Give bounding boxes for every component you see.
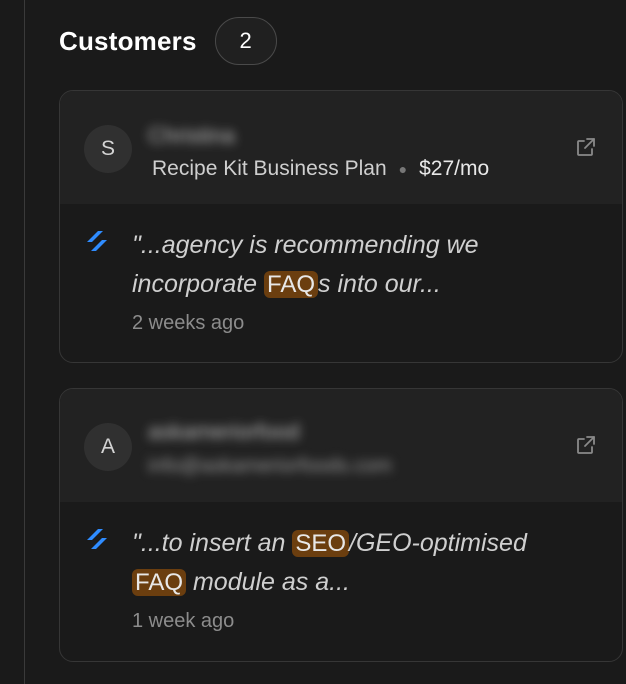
quote-text: module as a...	[186, 568, 350, 596]
external-link-icon[interactable]	[574, 433, 598, 457]
customer-name-redacted: Christina	[148, 123, 235, 148]
customers-title: Customers	[59, 25, 197, 56]
customer-plan: Recipe Kit Business Plan ● $27/mo	[152, 157, 489, 181]
plan-price: $27/mo	[419, 157, 490, 180]
customers-panel: Customers 2 S Christina Recipe Kit Busin…	[0, 0, 626, 684]
separator-dot: ●	[398, 161, 408, 177]
stripe-slash-icon	[87, 231, 107, 251]
customer-card-header: A askameriorfood info@askameriorfoods.co…	[60, 389, 622, 502]
external-link-icon[interactable]	[574, 135, 598, 159]
avatar: A	[84, 423, 132, 471]
stripe-slash-icon	[87, 529, 107, 549]
customer-card[interactable]: A askameriorfood info@askameriorfoods.co…	[59, 388, 623, 662]
plan-name: Recipe Kit Business Plan	[152, 157, 387, 180]
customer-email-redacted: info@askameriorfoods.com	[148, 455, 392, 477]
mention-time: 2 weeks ago	[132, 312, 245, 334]
quote-text: "...to insert an	[132, 529, 293, 557]
avatar: S	[84, 125, 132, 173]
keyword-highlight: FAQ	[132, 569, 187, 596]
mention-quote: "...agency is recommending we incorporat…	[132, 226, 552, 304]
customers-header: Customers 2	[59, 16, 277, 66]
mention-time: 1 week ago	[132, 610, 235, 632]
customer-card-body: "...agency is recommending we incorporat…	[60, 204, 622, 362]
customer-card[interactable]: S Christina Recipe Kit Business Plan ● $…	[59, 90, 623, 363]
keyword-highlight: SEO	[292, 530, 350, 557]
quote-text: /GEO-optimised	[349, 529, 527, 557]
mention-quote: "...to insert an SEO/GEO-optimised FAQ m…	[132, 524, 552, 602]
customer-card-header: S Christina Recipe Kit Business Plan ● $…	[60, 91, 622, 204]
customer-name-redacted: askameriorfood	[148, 419, 300, 444]
left-divider	[24, 0, 25, 684]
keyword-highlight: FAQ	[264, 271, 319, 298]
customers-count-badge: 2	[214, 17, 277, 65]
customer-card-body: "...to insert an SEO/GEO-optimised FAQ m…	[60, 502, 622, 661]
quote-text: s into our...	[318, 270, 441, 298]
